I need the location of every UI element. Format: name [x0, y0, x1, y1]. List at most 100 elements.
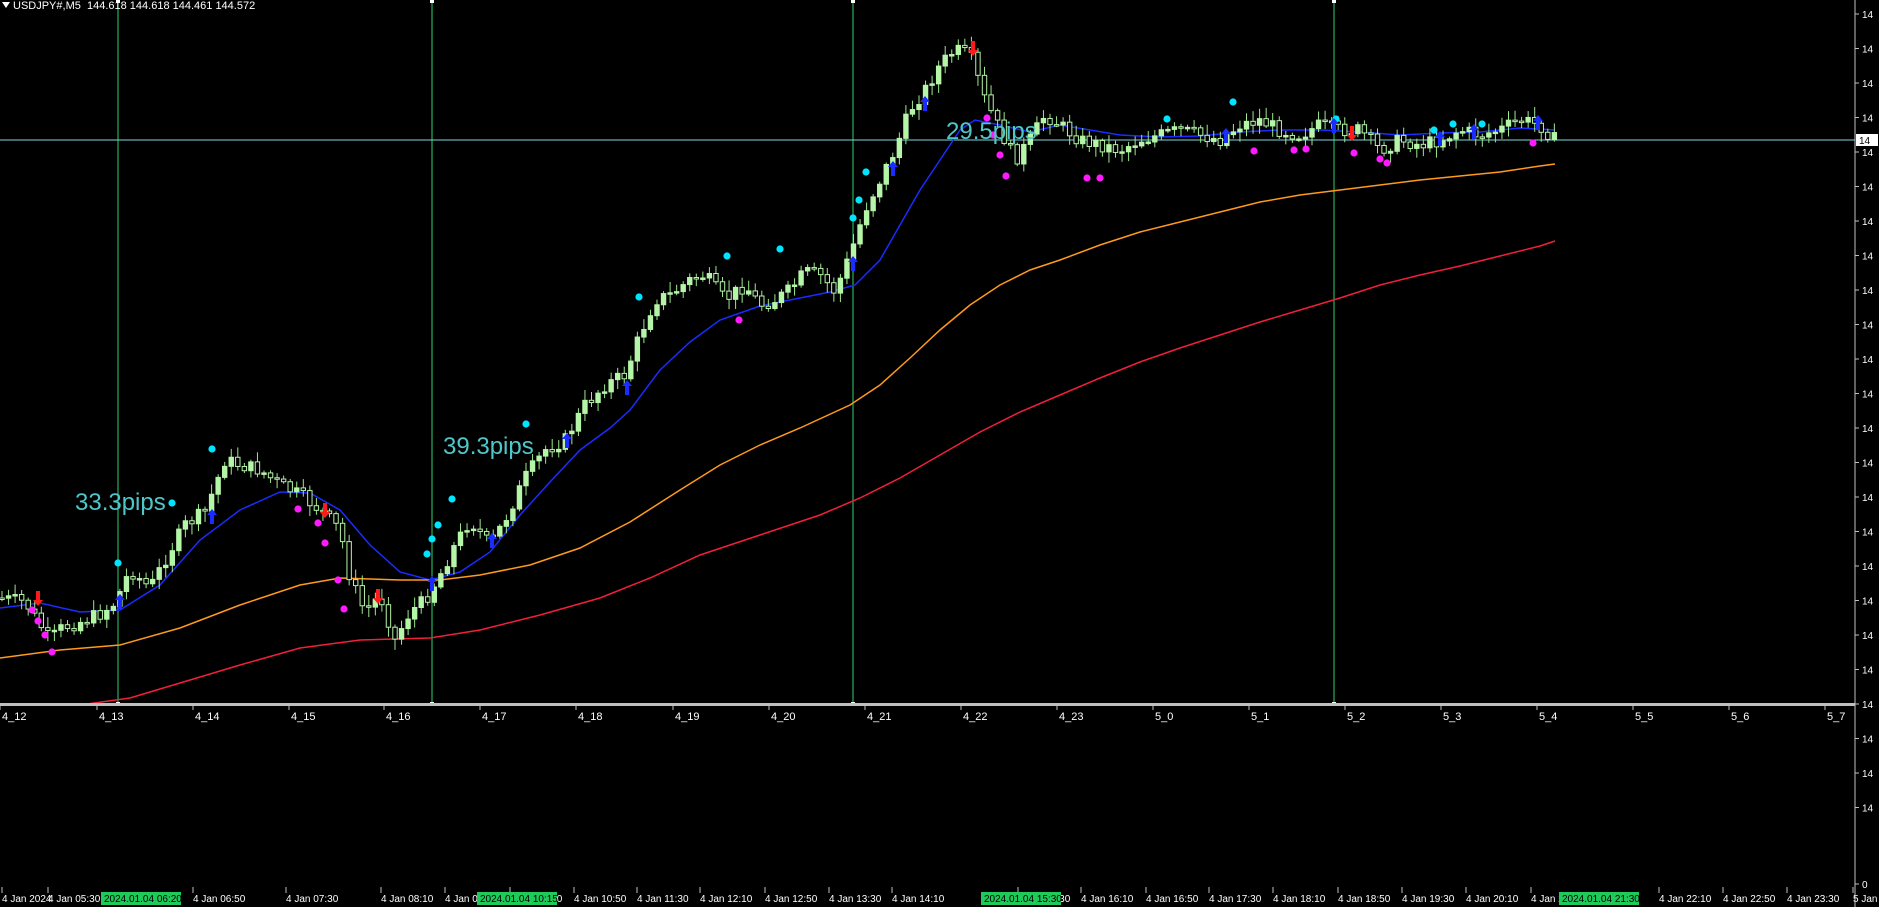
vline-top-handle — [1332, 0, 1336, 3]
session-label: 5_3 — [1443, 711, 1461, 723]
candle-body — [1394, 134, 1400, 152]
candle-body — [267, 472, 274, 479]
candle-body — [746, 290, 752, 295]
price-tick-label: 14 — [1862, 45, 1874, 56]
candle-body — [1256, 118, 1263, 126]
candle-body — [12, 594, 18, 597]
candle-body — [588, 399, 595, 404]
candle-body — [1315, 119, 1322, 130]
sell-dot — [1002, 172, 1010, 180]
candle-body — [1139, 141, 1145, 147]
candle-body — [1119, 151, 1125, 154]
time-highlight-label: 2024.01.04 15:30 — [984, 894, 1062, 905]
candle-body — [248, 461, 254, 472]
price-tick-label: 14 — [1862, 666, 1874, 677]
candle-body — [84, 621, 90, 625]
candle-body — [660, 293, 667, 306]
candle-body — [274, 477, 280, 480]
session-label: 4_23 — [1059, 711, 1083, 723]
vline-top-handle — [851, 0, 855, 3]
vline-top-handle — [430, 0, 434, 3]
sell-dot — [28, 606, 36, 614]
price-chart[interactable]: 33.3pips 39.3pips 29.5pips 4_12 4_13 4_14 4_1… — [0, 0, 1879, 907]
candle-body — [601, 391, 608, 394]
candle-body — [91, 610, 97, 624]
candle-body — [1420, 143, 1427, 149]
candle-body — [549, 449, 555, 453]
session-label: 5_0 — [1155, 711, 1173, 723]
candle-body — [1453, 132, 1459, 140]
collapse-triangle-icon[interactable] — [2, 2, 10, 8]
candle-body — [1230, 131, 1237, 136]
buy-dot — [1163, 115, 1171, 123]
pip-label: 39.3pips — [443, 433, 534, 460]
candle-body — [215, 476, 221, 495]
candle-body — [425, 596, 431, 603]
ohlc-readout: 144.618 144.618 144.461 144.572 — [86, 0, 256, 12]
candle-body — [863, 210, 870, 226]
time-label: 4 Jan 18:50 — [1338, 894, 1391, 905]
candle-body — [451, 545, 457, 568]
candle-body — [1217, 137, 1223, 147]
candle-body — [1112, 144, 1119, 154]
buy-dot — [1229, 98, 1237, 106]
candle-body — [195, 508, 202, 525]
candle-body — [222, 465, 228, 478]
candle-body — [1191, 126, 1197, 130]
candle-body — [294, 487, 300, 493]
candle-body — [18, 594, 25, 601]
candle-body — [1486, 132, 1492, 138]
candle-body — [208, 493, 215, 512]
candle-body — [235, 456, 241, 468]
candle-body — [1243, 120, 1250, 130]
candle-body — [1283, 134, 1289, 138]
candle-body — [71, 628, 77, 632]
candle-body — [595, 392, 601, 404]
price-tick-label: 14 — [1862, 735, 1874, 746]
candle-body — [824, 274, 830, 284]
candle-body — [1086, 135, 1092, 147]
candle-body — [1099, 139, 1106, 153]
candle-body — [1414, 143, 1420, 149]
candle-body — [1289, 134, 1296, 140]
candle-body — [654, 304, 660, 317]
sell-dot — [1302, 145, 1310, 153]
candle-body — [182, 520, 189, 530]
candle-body — [484, 531, 490, 536]
candle-body — [398, 628, 405, 640]
candle-body — [949, 54, 955, 57]
price-tick-label: 14 — [1862, 493, 1874, 504]
buy-dot — [114, 559, 122, 567]
sell-dot — [1529, 139, 1537, 147]
candle-body — [123, 576, 130, 593]
sell-dot — [321, 539, 329, 547]
candle-body — [569, 430, 575, 435]
session-label: 4_14 — [195, 711, 219, 723]
candle-body — [97, 610, 103, 620]
price-tick-label: 14 — [1862, 459, 1874, 470]
buy-dot — [1430, 126, 1438, 134]
candle-body — [1518, 120, 1525, 124]
sell-dot — [1350, 149, 1358, 157]
candle-body — [706, 273, 713, 279]
candle-body — [988, 94, 994, 112]
sell-dot — [34, 617, 42, 625]
candle-body — [1492, 131, 1499, 135]
session-label: 4_15 — [291, 711, 315, 723]
candle-body — [1040, 117, 1047, 124]
session-label: 4_16 — [386, 711, 410, 723]
candle-body — [1073, 135, 1079, 145]
candle-body — [64, 624, 71, 630]
price-tick-label: 14 — [1862, 183, 1874, 194]
candle-body — [58, 624, 64, 631]
price-tick-label: 14 — [1862, 355, 1874, 366]
candle-body — [1204, 134, 1210, 143]
time-label: 4 Jan 07:30 — [286, 894, 339, 905]
candle-body — [339, 522, 346, 543]
price-tick-label: 14 — [1862, 424, 1874, 435]
price-tick-label: 14 — [1862, 528, 1874, 539]
candle-body — [1342, 123, 1348, 137]
candle-body — [615, 372, 621, 381]
candle-body — [1368, 132, 1374, 135]
sell-dot — [1376, 155, 1384, 163]
